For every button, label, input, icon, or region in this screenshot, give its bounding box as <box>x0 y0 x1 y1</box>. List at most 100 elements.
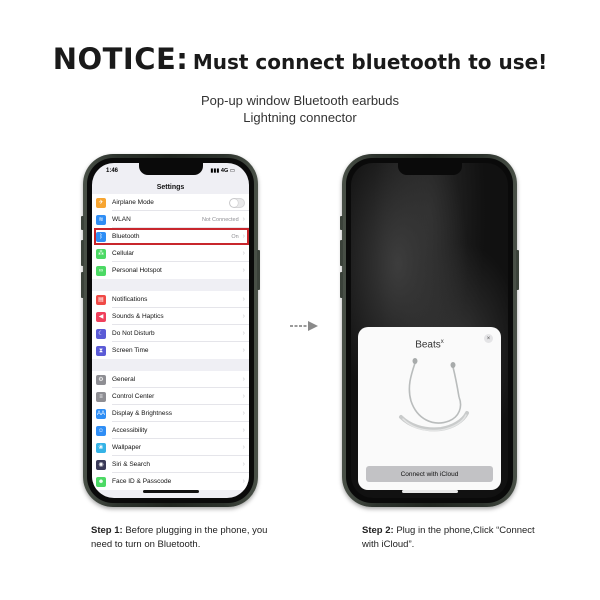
settings-row-accessibility[interactable]: ☺ Accessibility › <box>92 422 249 439</box>
step-2-label: Step 2: <box>362 525 394 536</box>
settings-row-display[interactable]: AA Display & Brightness › <box>92 405 249 422</box>
airplane-mode-toggle[interactable] <box>229 197 245 208</box>
headline: NOTICE: Must connect bluetooth to use! <box>0 42 600 76</box>
wallpaper-icon: ❀ <box>96 442 106 453</box>
power-button <box>516 250 519 290</box>
moon-icon: ☾ <box>96 328 106 339</box>
hourglass-icon: ⧗ <box>96 345 106 356</box>
mute-switch <box>81 216 84 230</box>
volume-down-button <box>81 272 84 298</box>
notch <box>397 163 462 175</box>
chevron-right-icon: › <box>242 478 245 485</box>
siri-icon: ◉ <box>96 459 106 470</box>
chevron-right-icon: › <box>242 216 245 223</box>
chevron-right-icon: › <box>242 347 245 354</box>
status-time: 1:46 <box>106 168 119 174</box>
settings-row-label: Siri & Search <box>112 461 150 468</box>
headline-text: Must connect bluetooth to use! <box>192 50 548 74</box>
settings-row-sound[interactable]: ◀ Sounds & Haptics › <box>92 308 249 325</box>
volume-up-button <box>81 240 84 266</box>
chevron-right-icon: › <box>242 250 245 257</box>
face-id-icon: ☻ <box>96 476 106 487</box>
popup-brand: Beatsx <box>415 339 444 351</box>
airplane-icon: ✈ <box>96 197 106 208</box>
notch <box>138 163 203 175</box>
settings-row-wifi[interactable]: ≋ WLAN Not Connected › <box>92 211 249 228</box>
phone-screen: 1:46 ▮▮▮ 4G ▭ Settings ✈ Airplane Mode ≋ WL… <box>92 163 249 498</box>
accessibility-icon: ☺ <box>96 425 106 436</box>
settings-row-label: General <box>112 376 136 383</box>
cellular-icon: ⁂ <box>96 248 106 259</box>
chevron-right-icon: › <box>242 376 245 383</box>
step-1-label: Step 1: <box>91 525 123 536</box>
phone-bezel: 1:46 ▮▮▮ 4G ▭ Settings ✈ Airplane Mode ≋ WL… <box>87 158 254 503</box>
settings-row-hourglass[interactable]: ⧗ Screen Time › <box>92 342 249 359</box>
settings-row-airplane[interactable]: ✈ Airplane Mode <box>92 194 249 211</box>
settings-group: ▤ Notifications › ◀ Sounds & Haptics › ☾ Do Not… <box>92 291 249 359</box>
status-signal: ▮▮▮ 4G ▭ <box>210 168 235 174</box>
settings-row-bluetooth[interactable]: ᛒ Bluetooth On › <box>92 228 249 245</box>
settings-row-label: Personal Hotspot <box>112 267 162 274</box>
settings-group: ✈ Airplane Mode ≋ WLAN Not Connected › ᛒ Blueto… <box>92 194 249 279</box>
step-1-caption: Step 1: Before plugging in the phone, yo… <box>91 524 271 552</box>
chevron-right-icon: › <box>242 296 245 303</box>
settings-row-label: Accessibility <box>112 427 148 434</box>
settings-row-cellular[interactable]: ⁂ Cellular › <box>92 245 249 262</box>
settings-group-gap <box>92 279 249 291</box>
settings-list: ✈ Airplane Mode ≋ WLAN Not Connected › ᛒ Blueto… <box>92 194 249 490</box>
settings-row-label: Notifications <box>112 296 148 303</box>
chevron-right-icon: › <box>242 427 245 434</box>
connect-icloud-button[interactable]: Connect with iCloud <box>366 466 493 482</box>
settings-row-label: Face ID & Passcode <box>112 478 172 485</box>
settings-group: ⚙ General › ≡ Control Center › AA Display & Bri… <box>92 371 249 490</box>
settings-row-control-center[interactable]: ≡ Control Center › <box>92 388 249 405</box>
settings-row-face-id[interactable]: ☻ Face ID & Passcode › <box>92 473 249 490</box>
gear-icon: ⚙ <box>96 374 106 385</box>
settings-row-notifications[interactable]: ▤ Notifications › <box>92 291 249 308</box>
control-center-icon: ≡ <box>96 391 106 402</box>
wallpaper-background: × Beatsx Connect with iCloud <box>351 163 508 498</box>
step-2-caption: Step 2: Plug in the phone,Click “Connect… <box>362 524 542 552</box>
chevron-right-icon: › <box>242 267 245 274</box>
settings-screen: 1:46 ▮▮▮ 4G ▭ Settings ✈ Airplane Mode ≋ WL… <box>92 163 249 498</box>
settings-row-wallpaper[interactable]: ❀ Wallpaper › <box>92 439 249 456</box>
chevron-right-icon: › <box>242 393 245 400</box>
settings-title: Settings <box>156 184 185 191</box>
hotspot-icon: ∞ <box>96 265 106 276</box>
phone-screen: × Beatsx Connect with iCloud <box>351 163 508 498</box>
home-indicator <box>142 490 199 493</box>
chevron-right-icon: › <box>242 461 245 468</box>
mute-switch <box>340 216 343 230</box>
phone-settings: 1:46 ▮▮▮ 4G ▭ Settings ✈ Airplane Mode ≋ WL… <box>81 154 260 507</box>
headline-notice: NOTICE: <box>52 42 189 76</box>
settings-row-label: Cellular <box>112 250 135 257</box>
settings-row-gear[interactable]: ⚙ General › <box>92 371 249 388</box>
chevron-right-icon: › <box>242 444 245 451</box>
settings-row-label: WLAN <box>112 216 131 223</box>
sound-icon: ◀ <box>96 311 106 322</box>
settings-row-label: Screen Time <box>112 347 149 354</box>
settings-row-label: Do Not Disturb <box>112 330 155 337</box>
phone-popup: × Beatsx Connect with iCloud <box>340 154 519 507</box>
notifications-icon: ▤ <box>96 294 106 305</box>
arrow-right-icon <box>290 321 318 331</box>
settings-row-label: Display & Brightness <box>112 410 172 417</box>
wifi-icon: ≋ <box>96 214 106 225</box>
settings-row-siri[interactable]: ◉ Siri & Search › <box>92 456 249 473</box>
chevron-right-icon: › <box>242 233 245 240</box>
subtitle-line-1: Pop-up window Bluetooth earbuds <box>200 93 400 108</box>
volume-down-button <box>340 272 343 298</box>
volume-up-button <box>340 240 343 266</box>
display-icon: AA <box>96 408 106 419</box>
earbuds-illustration <box>399 358 469 432</box>
subtitle-line-2: Lightning connector <box>243 110 357 125</box>
chevron-right-icon: › <box>242 330 245 337</box>
phone-bezel: × Beatsx Connect with iCloud <box>346 158 513 503</box>
settings-group-gap <box>92 359 249 371</box>
chevron-right-icon: › <box>242 313 245 320</box>
bluetooth-icon: ᛒ <box>96 231 106 242</box>
settings-row-moon[interactable]: ☾ Do Not Disturb › <box>92 325 249 342</box>
pairing-popup: × Beatsx Connect with iCloud <box>358 327 501 490</box>
settings-row-value: On <box>231 233 239 240</box>
settings-row-hotspot[interactable]: ∞ Personal Hotspot › <box>92 262 249 279</box>
